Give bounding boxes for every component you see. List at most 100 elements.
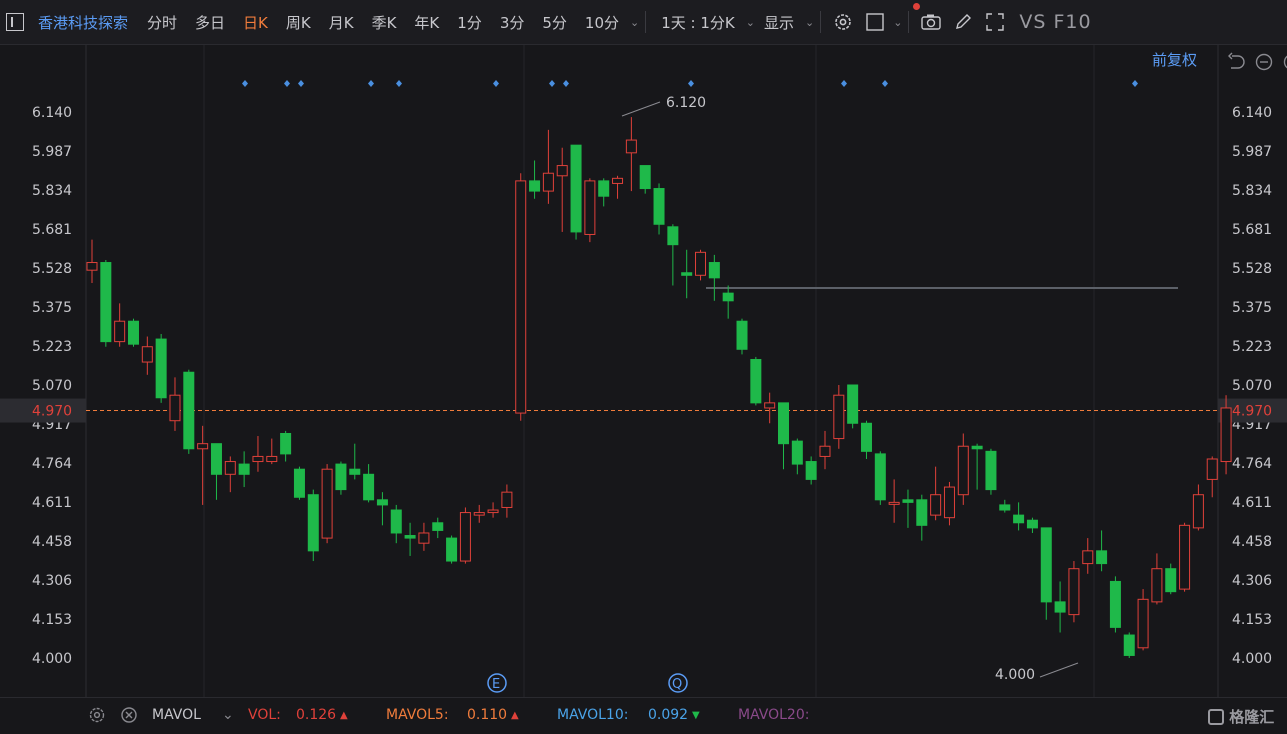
event-diamond-2[interactable]: [298, 80, 304, 87]
candle-73: [1097, 530, 1107, 571]
candle-81: [1207, 456, 1217, 497]
tab-8[interactable]: 3分: [491, 12, 534, 33]
display-menu[interactable]: 显示: [755, 12, 803, 33]
candle-body: [696, 252, 706, 275]
chevron-down-icon[interactable]: ⌄: [746, 16, 755, 29]
watermark-text: 格隆汇: [1229, 708, 1274, 726]
zoom-out-icon[interactable]: [1254, 52, 1274, 72]
event-diamond-7[interactable]: [563, 80, 569, 87]
chevron-down-icon[interactable]: ⌄: [630, 16, 639, 29]
candle-4: [142, 337, 152, 375]
vs-f10-button[interactable]: VS F10: [1019, 11, 1091, 33]
candle-body: [308, 495, 318, 551]
adjust-mode[interactable]: 前复权: [1152, 49, 1197, 70]
tab-2[interactable]: 日K: [234, 12, 277, 33]
candle-body: [364, 474, 374, 500]
interval-select[interactable]: 1天 : 1分K: [652, 12, 744, 33]
event-diamond-10[interactable]: [882, 80, 888, 87]
candle-20: [364, 464, 374, 502]
tab-10[interactable]: 10分: [576, 12, 628, 33]
tab-9[interactable]: 5分: [533, 12, 576, 33]
left-tick-6: 5.223: [32, 339, 72, 355]
right-tick-1: 5.987: [1232, 144, 1272, 160]
candle-41: [654, 183, 664, 234]
chevron-down-icon[interactable]: ⌄: [893, 16, 902, 29]
candle-body: [944, 487, 954, 518]
candle-body: [211, 444, 221, 475]
candle-37: [599, 178, 609, 206]
pencil-icon[interactable]: [950, 9, 976, 35]
candle-body: [889, 502, 899, 504]
event-e-marker[interactable]: E: [488, 674, 506, 692]
candle-35: [571, 145, 581, 239]
settings-gear-icon[interactable]: [830, 9, 856, 35]
tab-1[interactable]: 多日: [186, 12, 234, 33]
tab-7[interactable]: 1分: [448, 12, 491, 33]
left-tick-3: 5.681: [32, 222, 72, 238]
watermark-logo: 格隆汇: [1208, 706, 1274, 727]
layout-icon[interactable]: [862, 9, 888, 35]
candle-body: [751, 359, 761, 402]
candle-body: [1055, 602, 1065, 612]
event-diamond-9[interactable]: [841, 80, 847, 87]
candle-body: [931, 495, 941, 515]
candle-51: [792, 439, 802, 475]
left-tick-7: 5.070: [32, 378, 72, 394]
candle-body: [1138, 599, 1148, 647]
chevron-down-icon[interactable]: ⌄: [222, 707, 234, 723]
right-price-axis: 6.1405.9875.8345.6815.5285.3755.2235.070…: [1218, 105, 1287, 667]
panel-toggle-icon[interactable]: [6, 13, 24, 31]
event-q-label[interactable]: Q: [672, 677, 682, 692]
candle-36: [585, 178, 595, 242]
event-diamond-4[interactable]: [396, 80, 402, 87]
left-tick-4: 5.528: [32, 261, 72, 277]
tab-3[interactable]: 周K: [277, 12, 320, 33]
candle-25: [433, 518, 443, 538]
candle-2: [115, 303, 125, 346]
right-tick-0: 6.140: [1232, 105, 1272, 121]
fullscreen-icon[interactable]: [982, 9, 1008, 35]
candle-63: [958, 433, 968, 504]
indicator-close-icon[interactable]: [120, 706, 138, 724]
zoom-in-icon[interactable]: [1282, 52, 1287, 72]
right-tick-12: 4.306: [1232, 573, 1272, 589]
tab-4[interactable]: 月K: [320, 12, 363, 33]
tab-6[interactable]: 年K: [405, 12, 448, 33]
candle-71: [1069, 561, 1079, 622]
right-tick-9: 4.764: [1232, 456, 1272, 472]
undo-icon[interactable]: [1226, 52, 1246, 72]
candle-0: [87, 240, 97, 283]
low-leader-line: [1040, 663, 1078, 677]
indicator-name[interactable]: MAVOL: [152, 707, 201, 723]
event-diamond-8[interactable]: [688, 80, 694, 87]
event-diamond-0[interactable]: [242, 80, 248, 87]
event-diamond-3[interactable]: [368, 80, 374, 87]
right-tick-2: 5.834: [1232, 183, 1272, 199]
candle-9: [211, 444, 221, 500]
event-diamond-5[interactable]: [493, 80, 499, 87]
kline-chart[interactable]: 6.1405.9875.8345.6815.5285.3755.2235.070…: [0, 45, 1287, 697]
high-label: 6.120: [666, 95, 706, 111]
candle-body: [1014, 515, 1024, 523]
candle-body: [391, 510, 401, 533]
right-tick-14: 4.000: [1232, 651, 1272, 667]
event-diamond-1[interactable]: [284, 80, 290, 87]
candle-29: [488, 502, 498, 517]
stock-name[interactable]: 香港科技探索: [38, 12, 128, 33]
event-diamond-11[interactable]: [1132, 80, 1138, 87]
right-tick-7: 5.070: [1232, 378, 1272, 394]
candle-body: [170, 395, 180, 421]
event-e-label[interactable]: E: [492, 677, 500, 692]
tab-5[interactable]: 季K: [363, 12, 406, 33]
mavol10-value: 0.092: [648, 707, 688, 723]
candle-body: [1207, 459, 1217, 479]
candle-22: [391, 505, 401, 543]
camera-icon[interactable]: [918, 9, 944, 35]
event-diamond-6[interactable]: [549, 80, 555, 87]
right-tick-4: 5.528: [1232, 261, 1272, 277]
candle-body: [488, 510, 498, 513]
indicator-settings-icon[interactable]: [88, 706, 106, 724]
tab-0[interactable]: 分时: [138, 12, 186, 33]
event-q-marker[interactable]: Q: [669, 674, 687, 692]
chevron-down-icon[interactable]: ⌄: [805, 16, 814, 29]
